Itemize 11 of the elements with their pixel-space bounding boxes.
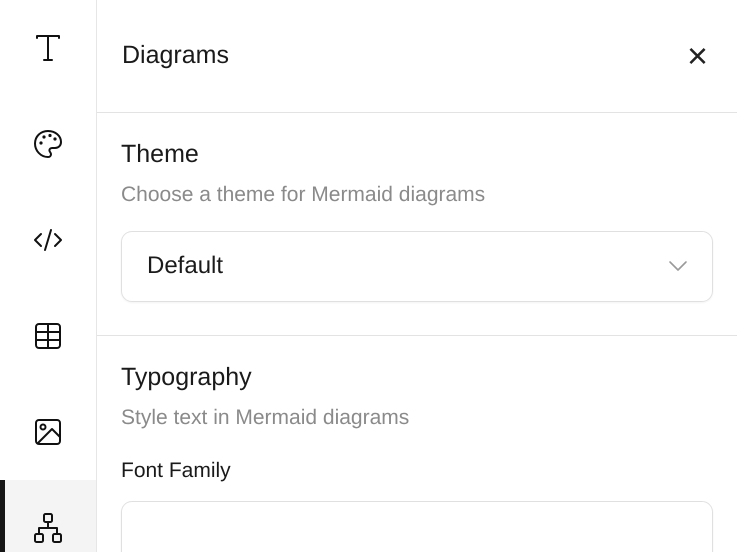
section-title: Typography — [121, 362, 253, 392]
section-description: Style text in Mermaid diagrams — [121, 404, 410, 430]
close-button[interactable]: × — [682, 38, 712, 74]
section-title: Theme — [121, 139, 200, 169]
section-description: Choose a theme for Mermaid diagrams — [121, 182, 486, 208]
select-field[interactable]: Default — [121, 230, 713, 302]
select-field[interactable] — [121, 500, 713, 552]
chevron-down-icon — [668, 260, 688, 272]
panel-title: Diagrams — [122, 40, 229, 72]
sidebar-item[interactable] — [0, 480, 96, 552]
field-label: Font Family — [121, 458, 232, 484]
